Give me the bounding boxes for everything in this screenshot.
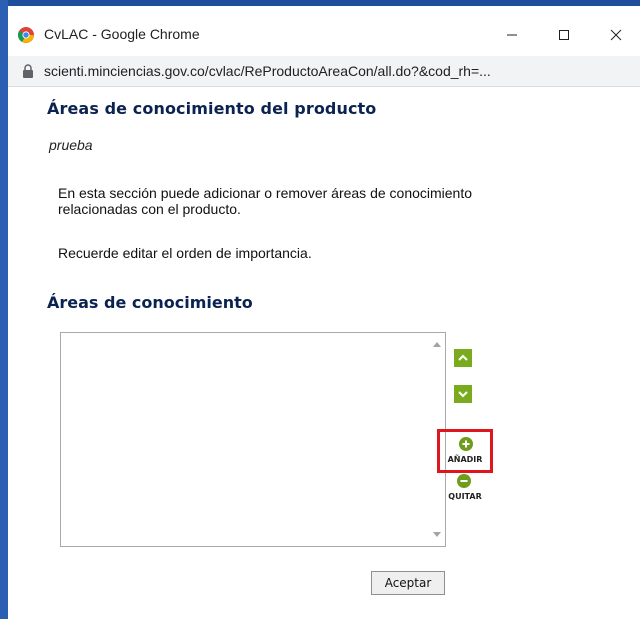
window-left-edge bbox=[0, 0, 8, 619]
window-title: CvLAC - Google Chrome bbox=[44, 26, 200, 42]
add-area-button[interactable]: AÑADIR bbox=[437, 429, 493, 473]
accept-button[interactable]: Aceptar bbox=[371, 571, 445, 595]
url-text: scienti.minciencias.gov.co/cvlac/ReProdu… bbox=[44, 63, 491, 79]
move-down-button[interactable] bbox=[454, 385, 472, 403]
order-reminder: Recuerde editar el orden de importancia. bbox=[58, 245, 312, 261]
maximize-icon bbox=[559, 30, 569, 40]
areas-listbox[interactable] bbox=[60, 332, 446, 547]
page-title: Áreas de conocimiento del producto bbox=[47, 99, 377, 118]
browser-popup-window: CvLAC - Google Chrome scienti.minciencia… bbox=[8, 6, 640, 619]
remove-button-label: QUITAR bbox=[448, 492, 482, 501]
product-name: prueba bbox=[49, 137, 93, 153]
address-bar[interactable]: scienti.minciencias.gov.co/cvlac/ReProdu… bbox=[8, 56, 640, 87]
lock-icon bbox=[23, 64, 33, 78]
scroll-up-arrow-icon[interactable] bbox=[433, 342, 441, 347]
add-button-label: AÑADIR bbox=[447, 455, 483, 464]
close-icon bbox=[610, 29, 622, 41]
minus-circle-icon bbox=[457, 474, 471, 488]
chevron-down-icon bbox=[458, 391, 468, 398]
minimize-icon bbox=[507, 34, 517, 36]
chevron-up-icon bbox=[458, 354, 468, 361]
minimize-button[interactable] bbox=[492, 20, 532, 50]
section-description: En esta sección puede adicionar o remove… bbox=[58, 185, 473, 217]
areas-heading: Áreas de conocimiento bbox=[47, 293, 253, 312]
page-content: Áreas de conocimiento del producto prueb… bbox=[8, 87, 640, 619]
chrome-logo-icon bbox=[18, 27, 34, 43]
remove-area-button[interactable]: QUITAR bbox=[440, 474, 490, 514]
title-bar[interactable]: CvLAC - Google Chrome bbox=[8, 6, 640, 56]
maximize-button[interactable] bbox=[544, 20, 584, 50]
move-up-button[interactable] bbox=[454, 349, 472, 367]
plus-circle-icon bbox=[459, 437, 473, 451]
scroll-down-arrow-icon[interactable] bbox=[433, 532, 441, 537]
close-button[interactable] bbox=[596, 20, 636, 50]
